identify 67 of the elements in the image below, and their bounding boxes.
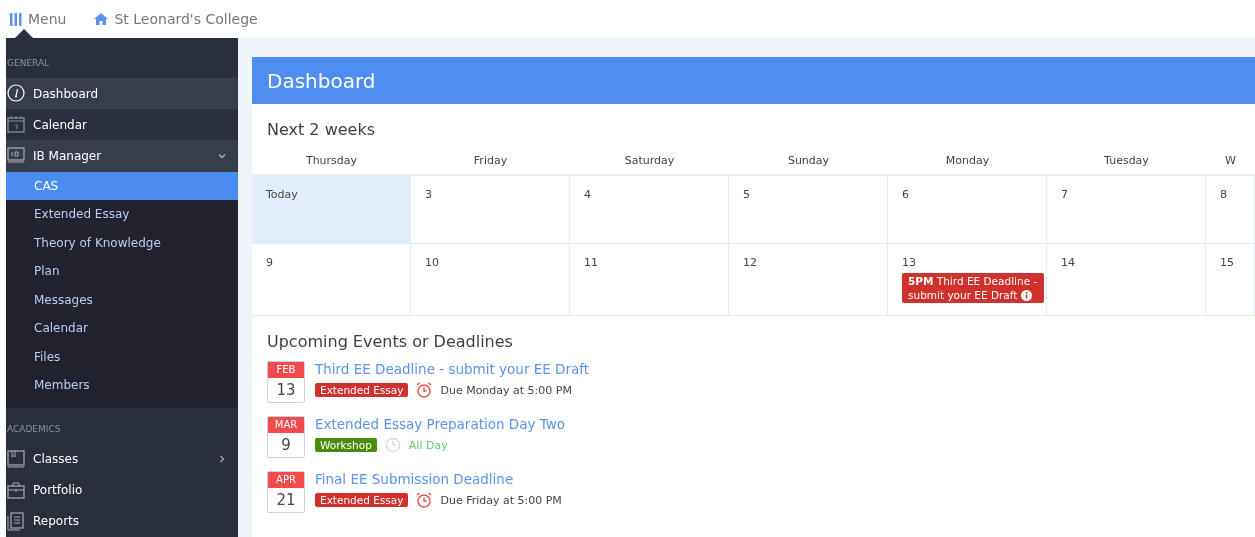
submenu-item[interactable]: Messages (6, 285, 238, 314)
sidebar-item[interactable]: Calendar (6, 109, 238, 141)
calendar-day[interactable]: 8 (1206, 176, 1255, 244)
calendar-day[interactable]: 4 (570, 176, 729, 244)
day-number: 15 (1220, 256, 1234, 269)
sidebar-item[interactable]: Reports (6, 505, 238, 537)
day-number: 14 (1061, 256, 1075, 269)
event-time: All Day (408, 438, 448, 452)
day-number: 8 (1220, 188, 1227, 201)
section-title: Upcoming Events or Deadlines (266, 331, 514, 353)
calendar-day[interactable]: 6 (888, 176, 1047, 244)
submenu-item[interactable]: Files (6, 342, 238, 371)
submenu-item[interactable]: Members (6, 371, 238, 400)
weekday-header: Saturday (570, 149, 729, 176)
day-number: Today (266, 188, 298, 201)
calendar-day[interactable]: Today (252, 176, 411, 244)
day-label: 13 (275, 380, 297, 401)
day-number: 12 (743, 256, 757, 269)
calendar-day[interactable]: 3 (411, 176, 570, 244)
day-number: 3 (425, 188, 432, 201)
section-heading: ACADEMICS (6, 422, 62, 436)
calendar-day[interactable]: 15 (1206, 244, 1255, 316)
category-tag: Extended Essay (315, 493, 409, 507)
school-link[interactable]: St Leonard's College (94, 11, 258, 27)
day-number: 4 (584, 188, 591, 201)
calendar-event[interactable]: 5PM Third EE Deadline - submit your EE Draft (902, 273, 1044, 303)
day-number: 9 (266, 256, 273, 269)
day-number: 5 (743, 188, 750, 201)
sidebar-item[interactable]: Portfolio (6, 474, 238, 506)
weekday-header: Friday (411, 149, 570, 176)
month-label: FEB (268, 362, 304, 378)
day-label: 9 (280, 435, 292, 456)
calendar-day[interactable]: 11 (570, 244, 729, 316)
weekday-header: Sunday (729, 149, 888, 176)
weekday-header: W (1206, 149, 1255, 176)
calendar-day[interactable]: 14 (1047, 244, 1206, 316)
calendar-day[interactable]: 9 (252, 244, 411, 316)
section-title: Next 2 weeks (266, 119, 376, 141)
event-time: Due Monday at 5:00 PM (440, 383, 572, 397)
submenu-item[interactable]: Calendar (6, 314, 238, 343)
day-number: 7 (1061, 188, 1068, 201)
month-label: MAR (268, 417, 304, 433)
day-number: 13 (902, 256, 916, 269)
event-time: Due Friday at 5:00 PM (440, 493, 562, 507)
sidebar-item[interactable]: Dashboard (6, 78, 238, 110)
day-number: 10 (425, 256, 439, 269)
submenu-item[interactable]: Plan (6, 257, 238, 286)
calendar-day[interactable]: 13 5PM Third EE Deadline - submit your EE Draft (888, 244, 1047, 316)
calendar-day[interactable]: 10 (411, 244, 570, 316)
calendar-day[interactable]: 12 (729, 244, 888, 316)
category-tag: Workshop (315, 438, 377, 452)
submenu-item[interactable]: Extended Essay (6, 200, 238, 229)
day-number: 6 (902, 188, 909, 201)
day-number: 11 (584, 256, 598, 269)
submenu-item[interactable]: Theory of Knowledge (6, 228, 238, 257)
calendar-day[interactable]: 7 (1047, 176, 1206, 244)
calendar-day[interactable]: 5 (729, 176, 888, 244)
sidebar-item[interactable]: IB Manager (6, 140, 238, 172)
day-label: 21 (275, 490, 297, 511)
weekday-header: Tuesday (1047, 149, 1206, 176)
section-heading: GENERAL (6, 57, 51, 70)
card-title: Dashboard (267, 68, 376, 93)
sidebar-item[interactable]: Classes (6, 443, 238, 475)
category-tag: Extended Essay (315, 383, 409, 397)
menu-link[interactable]: Menu (10, 11, 67, 27)
weekday-header: Monday (888, 149, 1047, 176)
month-label: APR (268, 472, 304, 488)
